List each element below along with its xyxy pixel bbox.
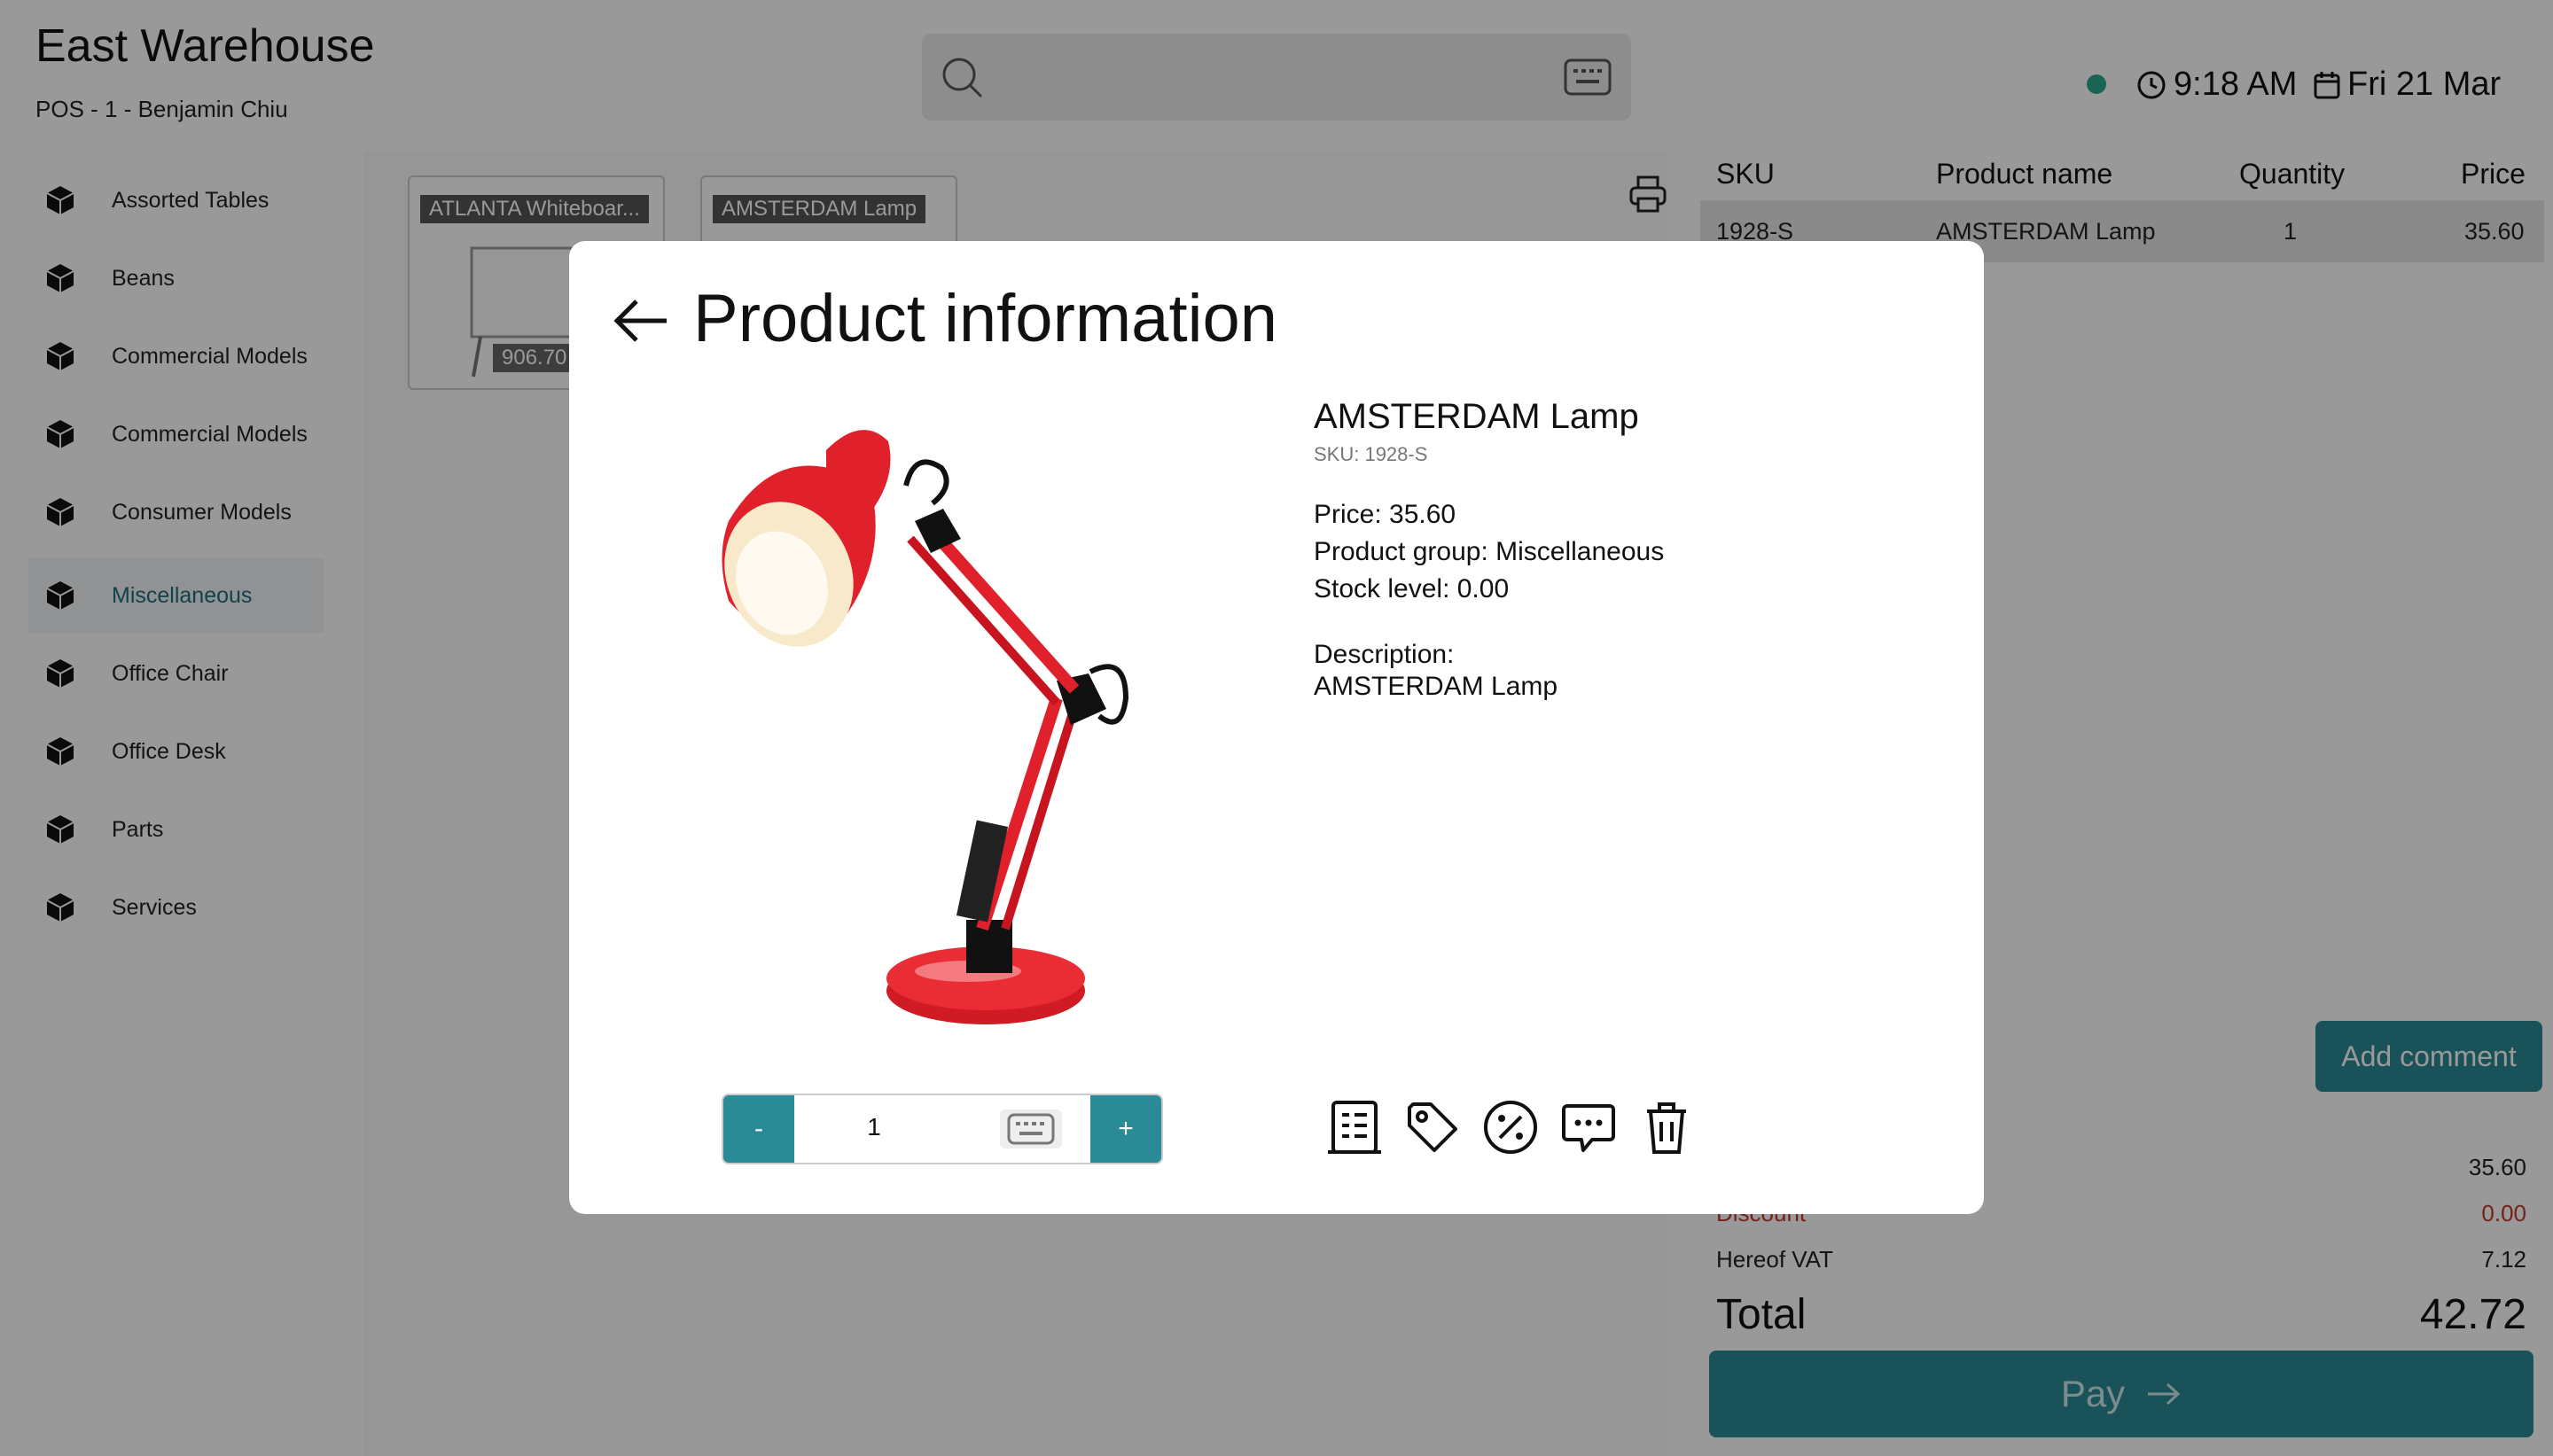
- description-label: Description:: [1314, 640, 1455, 669]
- tag-icon[interactable]: [1402, 1097, 1463, 1157]
- trash-icon[interactable]: [1636, 1097, 1697, 1157]
- decrement-button[interactable]: -: [723, 1095, 794, 1163]
- keyboard-icon[interactable]: [1000, 1110, 1062, 1148]
- product-image: [722, 430, 1129, 1024]
- quantity-input[interactable]: 1: [847, 1113, 901, 1141]
- product-stock: Stock level: 0.00: [1314, 574, 1510, 603]
- quantity-stepper: - 1 +: [722, 1094, 1163, 1164]
- comment-icon[interactable]: [1558, 1097, 1619, 1157]
- increment-button[interactable]: +: [1090, 1095, 1161, 1163]
- product-name: AMSTERDAM Lamp: [1314, 397, 1639, 436]
- product-sku: SKU: 1928-S: [1314, 443, 1428, 465]
- product-price: Price: 35.60: [1314, 500, 1456, 529]
- pos-app: East Warehouse POS - 1 - Benjamin Chiu 9…: [0, 0, 2553, 1456]
- modal-title: Product information: [693, 281, 1277, 356]
- discount-icon[interactable]: [1480, 1097, 1541, 1157]
- details-icon[interactable]: [1324, 1097, 1385, 1157]
- back-arrow-icon[interactable]: [612, 296, 670, 346]
- description-text: AMSTERDAM Lamp: [1314, 672, 1558, 701]
- product-info-modal: Product information AMSTERDAM Lamp SKU: …: [569, 241, 1984, 1214]
- product-group: Product group: Miscellaneous: [1314, 537, 1665, 566]
